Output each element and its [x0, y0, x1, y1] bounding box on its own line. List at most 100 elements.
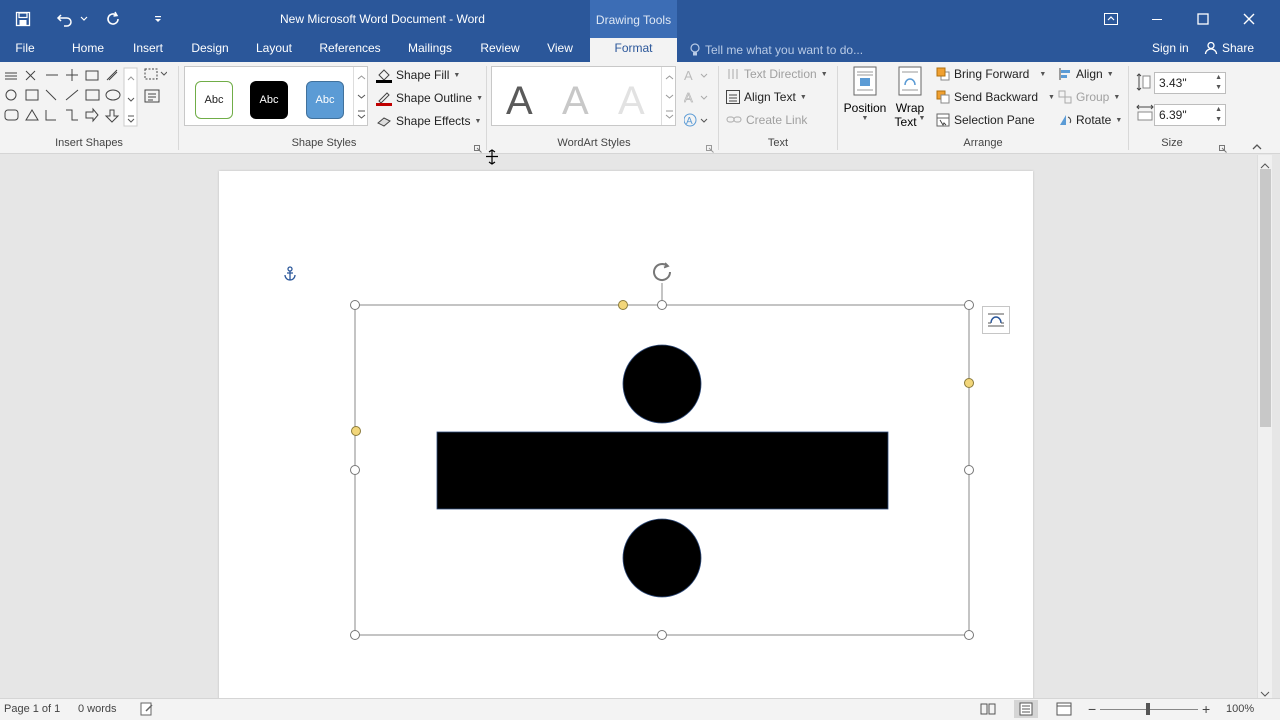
page-count[interactable]: Page 1 of 1 — [4, 703, 60, 715]
stepper-arrows-icon[interactable]: ▲ ▼ — [1215, 105, 1222, 125]
wordart-style-2[interactable]: A — [562, 79, 589, 124]
wordart-styles-scroll[interactable] — [661, 67, 676, 125]
rotate-handle-icon[interactable] — [651, 261, 675, 288]
share-button[interactable]: Share — [1204, 38, 1254, 58]
zoom-out-icon[interactable]: − — [1088, 701, 1096, 717]
division-sign-bottom-dot — [622, 518, 702, 598]
rotate-button[interactable]: Rotate ▼ — [1058, 113, 1122, 127]
layout-options-button[interactable] — [982, 306, 1010, 334]
vertical-scrollbar[interactable] — [1257, 155, 1272, 698]
tab-insert[interactable]: Insert — [126, 38, 170, 62]
chevron-down-icon: ▼ — [1115, 116, 1123, 124]
text-box-button[interactable] — [143, 88, 161, 104]
shape-effects-button[interactable]: Shape Effects ▼ — [376, 113, 481, 129]
resize-handle-right[interactable] — [964, 465, 974, 475]
save-icon[interactable] — [8, 0, 38, 38]
resize-handle-top[interactable] — [657, 300, 667, 310]
send-backward-button[interactable]: Send Backward ▼ — [936, 90, 1055, 104]
shape-style-preset-outline[interactable]: Abc — [195, 81, 233, 119]
undo-icon[interactable] — [50, 0, 80, 38]
zoom-in-icon[interactable]: + — [1202, 701, 1210, 717]
group-divider — [486, 66, 487, 150]
shape-style-preset-blue[interactable]: Abc — [306, 81, 344, 119]
adjustment-handle-left[interactable] — [351, 426, 361, 436]
resize-handle-bottom-left[interactable] — [350, 630, 360, 640]
tab-home[interactable]: Home — [66, 38, 110, 62]
dialog-launcher-icon[interactable] — [706, 140, 714, 158]
wrap-text-label-line1: Wrap — [895, 101, 925, 115]
tab-layout[interactable]: Layout — [249, 38, 299, 62]
share-label: Share — [1222, 41, 1255, 55]
text-outline-icon[interactable]: A — [684, 90, 710, 111]
text-direction-label: Text Direction — [744, 67, 817, 81]
sign-in-link[interactable]: Sign in — [1152, 38, 1189, 58]
maximize-icon[interactable] — [1180, 0, 1226, 38]
document-page[interactable] — [219, 171, 1033, 701]
bring-forward-button[interactable]: Bring Forward ▼ — [936, 67, 1046, 81]
wordart-style-1[interactable]: A — [506, 79, 533, 124]
dialog-launcher-icon[interactable] — [1219, 140, 1227, 158]
division-sign-bar — [436, 431, 889, 510]
shape-styles-scroll[interactable] — [353, 67, 368, 125]
ribbon-display-options-icon[interactable] — [1088, 0, 1134, 38]
text-effects-icon[interactable]: A — [683, 113, 710, 134]
tab-file[interactable]: File — [4, 38, 46, 62]
send-backward-icon — [936, 90, 950, 104]
tab-mailings[interactable]: Mailings — [400, 38, 460, 62]
collapse-ribbon-icon[interactable] — [1252, 138, 1262, 156]
wrap-text-button[interactable]: Wrap Text ▼ — [892, 66, 928, 134]
rotate-icon — [1058, 113, 1072, 127]
shape-style-preset-dark[interactable]: Abc — [250, 81, 288, 119]
create-link-button[interactable]: Create Link — [726, 113, 807, 127]
adjustment-handle-right[interactable] — [964, 378, 974, 388]
minimize-icon[interactable] — [1134, 0, 1180, 38]
wordart-style-3[interactable]: A — [618, 79, 645, 124]
tab-design[interactable]: Design — [185, 38, 235, 62]
read-mode-icon[interactable] — [980, 702, 996, 719]
text-direction-button[interactable]: Text Direction ▼ — [726, 67, 828, 81]
shape-height-input[interactable]: 3.43" ▲ ▼ — [1154, 72, 1226, 94]
print-layout-icon[interactable] — [1014, 700, 1038, 718]
word-count[interactable]: 0 words — [78, 703, 117, 715]
tell-me-search[interactable]: Tell me what you want to do... — [690, 38, 863, 62]
shape-styles-gallery[interactable]: Abc Abc Abc — [184, 66, 368, 126]
adjustment-handle-top[interactable] — [618, 300, 628, 310]
insert-shapes-group-label: Insert Shapes — [55, 137, 123, 149]
edit-shape-button[interactable] — [143, 66, 167, 82]
scroll-thumb[interactable] — [1260, 169, 1271, 427]
position-icon — [851, 66, 879, 101]
resize-handle-top-left[interactable] — [350, 300, 360, 310]
resize-handle-bottom[interactable] — [657, 630, 667, 640]
shape-fill-button[interactable]: Shape Fill ▼ — [376, 67, 460, 83]
align-button[interactable]: Align ▼ — [1058, 67, 1114, 81]
selection-pane-button[interactable]: Selection Pane — [936, 113, 1035, 127]
wordart-styles-gallery[interactable]: A A A — [491, 66, 676, 126]
zoom-level[interactable]: 100% — [1226, 703, 1254, 715]
chevron-down-icon: ▼ — [453, 71, 461, 79]
text-fill-icon[interactable]: A — [684, 68, 710, 89]
customize-qat-icon[interactable] — [148, 0, 168, 38]
resize-handle-bottom-right[interactable] — [964, 630, 974, 640]
resize-handle-top-right[interactable] — [964, 300, 974, 310]
web-layout-icon[interactable] — [1056, 702, 1072, 719]
group-button[interactable]: Group ▼ — [1058, 90, 1120, 104]
tab-references[interactable]: References — [315, 38, 385, 62]
proofing-icon[interactable] — [140, 702, 154, 719]
svg-text:A: A — [684, 68, 693, 83]
shape-width-input[interactable]: 6.39" ▲ ▼ — [1154, 104, 1226, 126]
resize-handle-left[interactable] — [350, 465, 360, 475]
tab-review[interactable]: Review — [474, 38, 526, 62]
repeat-icon[interactable] — [98, 0, 128, 38]
undo-dropdown-icon[interactable] — [78, 0, 90, 38]
close-icon[interactable] — [1226, 0, 1272, 38]
stepper-arrows-icon[interactable]: ▲ ▼ — [1215, 73, 1222, 93]
align-text-button[interactable]: Align Text ▼ — [726, 90, 807, 104]
shapes-gallery[interactable] — [2, 66, 138, 128]
zoom-slider-thumb[interactable] — [1146, 703, 1150, 715]
tab-format[interactable]: Format — [590, 38, 677, 62]
dialog-launcher-icon[interactable] — [474, 140, 482, 158]
shape-selection-canvas[interactable] — [219, 171, 1033, 701]
tab-view[interactable]: View — [540, 38, 580, 62]
position-button[interactable]: Position ▼ — [843, 66, 887, 134]
shape-outline-button[interactable]: Shape Outline ▼ — [376, 90, 483, 106]
